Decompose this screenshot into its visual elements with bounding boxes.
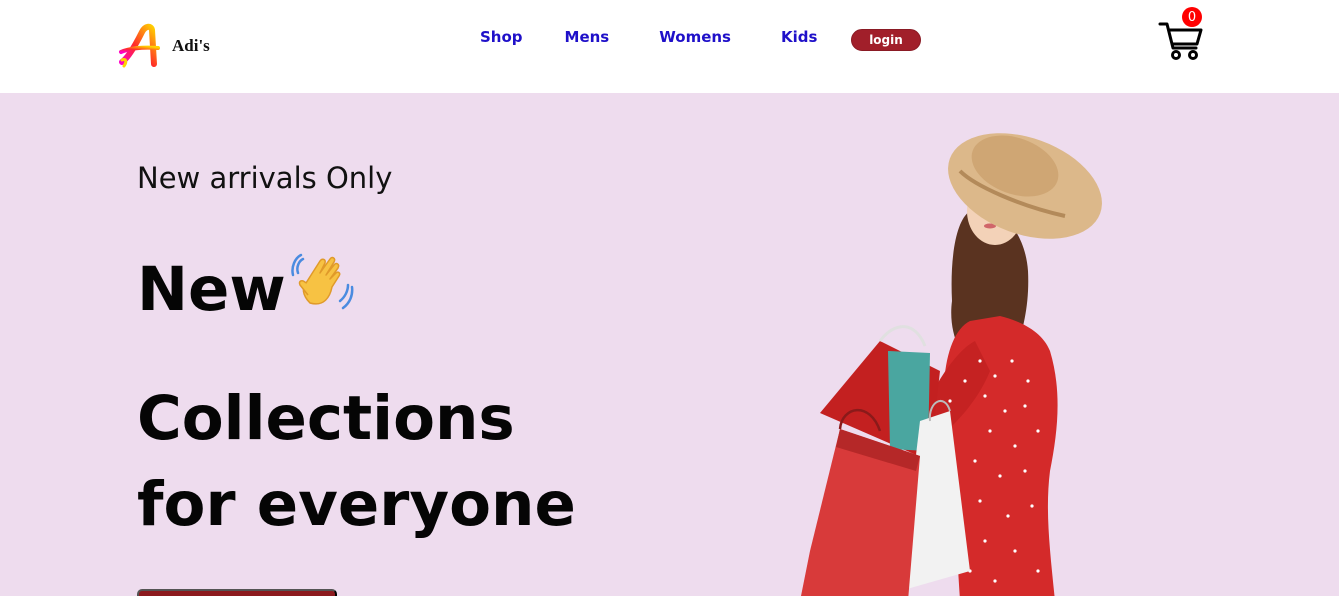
hero-title-line-2: Collections [137, 383, 515, 454]
cart-count-badge: 0 [1182, 7, 1202, 27]
nav-mens-link[interactable]: Mens [565, 28, 610, 46]
login-button[interactable]: login [851, 29, 921, 51]
brand-name: Adi's [172, 36, 210, 55]
nav-shop-link[interactable]: Shop [480, 28, 523, 46]
hero-section: New arrivals Only New Collections for ev… [0, 93, 1339, 596]
brand-logo[interactable]: Adi's [118, 22, 210, 68]
hero-model-image [801, 133, 1102, 596]
nav-kids-link[interactable]: Kids [781, 28, 817, 46]
hero-cta-button[interactable] [137, 589, 337, 596]
main-nav: Shop Mens Womens Kids [480, 28, 867, 46]
hero-title-line-3: for everyone [137, 469, 576, 540]
logo-icon [119, 23, 160, 68]
navbar: Adi's Shop Mens Womens Kids login 0 [0, 0, 1339, 93]
hero-title-line-1: New [137, 254, 286, 325]
shopping-cart-icon[interactable] [1158, 20, 1204, 62]
waving-hand-icon [291, 253, 354, 310]
hero-subtitle: New arrivals Only [137, 161, 393, 195]
nav-womens-link[interactable]: Womens [659, 28, 731, 46]
